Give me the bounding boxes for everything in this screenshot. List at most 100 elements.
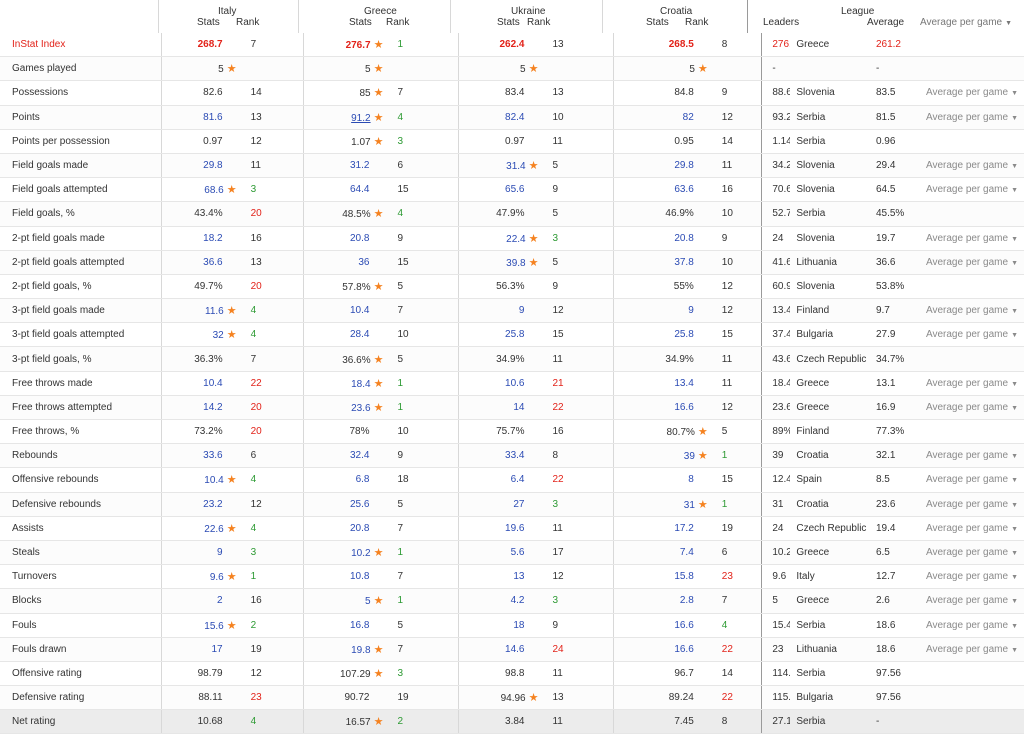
italy-rank-cell: 11 [236, 153, 304, 179]
croatia-stat-cell: 9 [613, 298, 708, 324]
ukraine-rank-cell: 9 [538, 613, 614, 638]
croatia-rank-cell: 1 [707, 443, 762, 469]
greece-stat-cell: 23.6 ★ [303, 395, 384, 421]
average-per-game-dropdown[interactable]: Average per game ▼ [920, 298, 1024, 324]
league-average: 97.56 [871, 685, 921, 711]
league-average: 2.6 [871, 588, 921, 614]
average-per-game-label: Average per game [925, 450, 1009, 462]
league-average: - [871, 709, 921, 734]
header-divider [602, 0, 603, 33]
stat-value: 47.9% [496, 208, 525, 220]
stat-label: Points per possession [0, 129, 162, 154]
stat-value: 34.9% [496, 353, 525, 365]
ukraine-rank-cell: 12 [538, 298, 614, 324]
dropdown-caret-icon: ▼ [1011, 332, 1018, 340]
italy-stat-cell: 268.7 [160, 33, 237, 58]
stat-label: Fouls drawn [0, 637, 162, 662]
italy-rank-cell: 20 [236, 419, 304, 445]
croatia-rank-cell: 22 [707, 685, 762, 711]
greece-stat-cell: 91.2 ★ [303, 105, 384, 130]
greece-rank-cell: 1 [383, 371, 459, 396]
average-per-game-dropdown[interactable]: Average per game ▼ [920, 250, 1024, 275]
greece-rank-cell: 4 [383, 105, 459, 130]
greece-rank-cell: 1 [383, 540, 459, 566]
greece-stat-cell: 28.4 [303, 322, 384, 348]
dropdown-caret-icon: ▼ [1011, 550, 1018, 558]
italy-rank-cell: 22 [236, 371, 304, 396]
croatia-rank-cell: 1 [707, 492, 762, 517]
stat-value: 82.4 [505, 111, 525, 123]
ukraine-rank-cell: 3 [538, 492, 614, 517]
average-per-game-dropdown[interactable]: Average per game ▼ [920, 177, 1024, 203]
stat-value: 55% [673, 280, 694, 292]
stat-value: 8 [688, 474, 694, 486]
dropdown-caret-icon: ▼ [1011, 622, 1018, 630]
star-icon: ★ [373, 643, 384, 656]
stat-value: 276.7 [345, 40, 371, 52]
greece-rank-cell: 3 [383, 129, 459, 154]
stat-value: 13.4 [674, 377, 694, 389]
average-per-game-dropdown [920, 346, 1024, 372]
average-per-game-dropdown[interactable]: Average per game ▼ [920, 492, 1024, 517]
leader-team: Lithuania [790, 250, 872, 275]
leader-team: Slovenia [790, 177, 872, 203]
croatia-rank-cell: 14 [707, 661, 762, 687]
average-per-game-dropdown[interactable]: Average per game ▼ [920, 613, 1024, 638]
average-per-game-dropdown[interactable]: Average per game ▼ [920, 395, 1024, 421]
ukraine-rank-cell: 3 [538, 588, 614, 614]
average-per-game-dropdown[interactable]: Average per game ▼ [920, 443, 1024, 469]
dropdown-caret-icon: ▼ [1005, 20, 1013, 27]
average-per-game-dropdown[interactable]: Average per game ▼ [920, 467, 1024, 493]
average-per-game-dropdown[interactable]: Average per game ▼ [920, 226, 1024, 251]
average-per-game-dropdown[interactable]: Average per game ▼ [920, 588, 1024, 614]
average-per-game-label: Average per game [925, 256, 1009, 268]
star-icon: ★ [373, 547, 384, 560]
croatia-stat-cell: 29.8 [613, 153, 708, 179]
average-per-game-dropdown [920, 661, 1024, 687]
greece-stat-cell: 6.8 [303, 467, 384, 493]
average-per-game-dropdown[interactable]: Average per game ▼ [920, 516, 1024, 541]
stat-value: 98.79 [197, 667, 223, 679]
stat-value: 25.8 [505, 329, 525, 341]
croatia-stat-cell: 34.9% [613, 346, 708, 372]
italy-rank-cell: 13 [236, 250, 304, 275]
italy-stat-cell: 73.2% [160, 419, 237, 445]
croatia-rank-cell: 19 [707, 516, 762, 541]
star-icon: ★ [373, 208, 384, 221]
croatia-stat-cell: 31 ★ [613, 492, 708, 517]
dropdown-caret-icon: ▼ [1011, 598, 1018, 606]
average-per-game-dropdown[interactable]: Average per game ▼ [920, 371, 1024, 396]
average-per-game-label: Average per game [925, 522, 1009, 534]
greece-rank-cell: 7 [383, 80, 459, 106]
ukraine-rank-cell: 5 [538, 153, 614, 179]
leader-value: 276.7 [761, 33, 791, 58]
average-per-game-dropdown[interactable]: Average per game ▼ [920, 637, 1024, 662]
stat-value[interactable]: 91.2 [351, 113, 370, 124]
greece-rank-cell: 1 [383, 395, 459, 421]
croatia-stat-cell: 89.24 [613, 685, 708, 711]
average-per-game-dropdown[interactable]: Average per game ▼ [920, 17, 1012, 28]
average-per-game-dropdown[interactable]: Average per game ▼ [920, 153, 1024, 179]
croatia-rank-cell: 15 [707, 322, 762, 348]
italy-stat-cell: 9.6 ★ [160, 564, 237, 590]
average-per-game-dropdown [920, 419, 1024, 445]
stat-value: 10.2 [351, 548, 371, 560]
italy-stat-cell: 10.4 [160, 371, 237, 396]
ukraine-stat-cell: 25.8 [458, 322, 539, 348]
greece-stat-cell: 16.8 [303, 613, 384, 638]
stat-value: 7.4 [679, 547, 694, 559]
average-per-game-dropdown[interactable]: Average per game ▼ [920, 322, 1024, 348]
ukraine-stat-cell: 75.7% [458, 419, 539, 445]
ukraine-stat-cell: 0.97 [458, 129, 539, 154]
table-row: Points per possession 0.97 12 1.07 ★ 3 0.97 11 0… [0, 129, 1024, 154]
italy-rank-cell: 7 [236, 346, 304, 372]
average-per-game-dropdown[interactable]: Average per game ▼ [920, 564, 1024, 590]
leader-value: 93.2 [761, 105, 791, 130]
stat-value: 33.6 [203, 450, 223, 462]
average-per-game-dropdown[interactable]: Average per game ▼ [920, 80, 1024, 106]
average-per-game-dropdown[interactable]: Average per game ▼ [920, 540, 1024, 566]
average-per-game-dropdown[interactable]: Average per game ▼ [920, 105, 1024, 130]
italy-stat-cell: 98.79 [160, 661, 237, 687]
stat-value: 36 [358, 256, 370, 268]
average-per-game-label: Average per game [925, 595, 1009, 607]
